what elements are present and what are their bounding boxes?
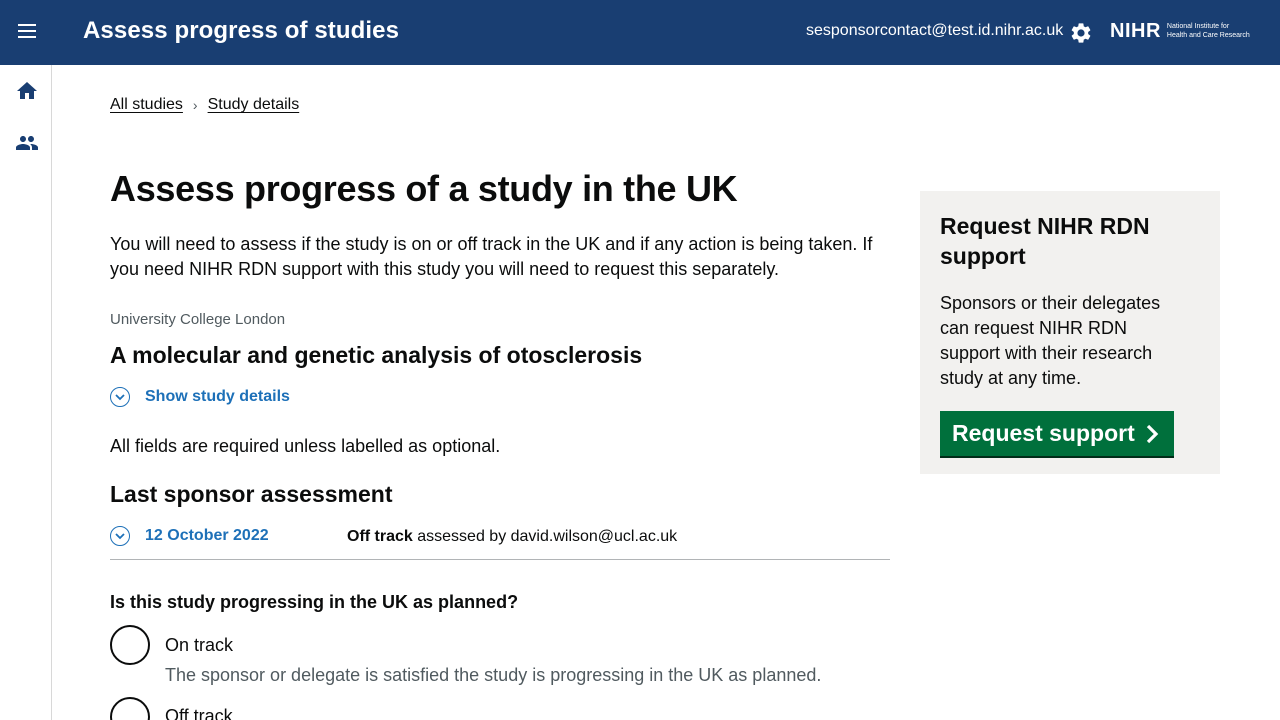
- on-track-radio[interactable]: [110, 625, 150, 665]
- last-assessment-heading: Last sponsor assessment: [110, 481, 393, 507]
- chevron-right-icon: ›: [192, 97, 198, 113]
- breadcrumb: All studies › Study details: [110, 96, 299, 114]
- chevron-right-icon: [1146, 424, 1158, 443]
- intro-text: You will need to assess if the study is …: [110, 234, 873, 279]
- show-study-details-label: Show study details: [145, 388, 290, 405]
- page-title: Assess progress of a study in the UK: [110, 168, 738, 209]
- request-support-label: Request support: [952, 420, 1135, 446]
- top-header: Assess progress of studies sesponsorcont…: [0, 0, 1280, 65]
- required-fields-note: All fields are required unless labelled …: [110, 436, 501, 456]
- user-email: sesponsorcontact@test.id.nihr.ac.uk: [806, 22, 1064, 39]
- organisation-name: University College London: [110, 311, 286, 328]
- assessment-date-toggle[interactable]: 12 October 2022: [110, 526, 269, 546]
- last-assessment-row: 12 October 2022 Off track assessed by da…: [110, 526, 890, 560]
- show-study-details-toggle[interactable]: Show study details: [110, 387, 290, 407]
- assessment-date: 12 October 2022: [145, 527, 269, 544]
- chevron-down-icon: [110, 387, 130, 407]
- panel-title: Request NIHR RDN support: [940, 213, 1150, 269]
- nihr-logo[interactable]: NIHR National Institute for Health and Ca…: [1110, 19, 1250, 43]
- side-navigation: [0, 65, 52, 720]
- on-track-hint: The sponsor or delegate is satisfied the…: [165, 665, 822, 685]
- study-title: A molecular and genetic analysis of otos…: [110, 342, 643, 368]
- on-track-label[interactable]: On track: [165, 635, 233, 656]
- off-track-radio[interactable]: [110, 697, 150, 720]
- people-icon[interactable]: [14, 131, 40, 155]
- assessment-status: Off track assessed by david.wilson@ucl.a…: [347, 528, 677, 546]
- panel-text: Sponsors or their delegates can request …: [940, 293, 1161, 388]
- menu-icon[interactable]: [14, 20, 40, 46]
- breadcrumb-study-details[interactable]: Study details: [208, 96, 300, 114]
- assessment-status-value: Off track: [347, 528, 413, 545]
- assessed-by: assessed by david.wilson@ucl.ac.uk: [417, 528, 678, 545]
- home-icon[interactable]: [14, 79, 40, 103]
- request-support-panel: Request NIHR RDN support Sponsors or the…: [920, 191, 1220, 474]
- chevron-down-icon: [110, 526, 130, 546]
- progress-question: Is this study progressing in the UK as p…: [110, 592, 519, 612]
- settings-gear-icon[interactable]: [1069, 21, 1093, 45]
- off-track-label[interactable]: Off track: [165, 706, 233, 720]
- request-support-button[interactable]: Request support: [940, 411, 1174, 456]
- app-title[interactable]: Assess progress of studies: [83, 17, 399, 45]
- breadcrumb-all-studies[interactable]: All studies: [110, 96, 183, 114]
